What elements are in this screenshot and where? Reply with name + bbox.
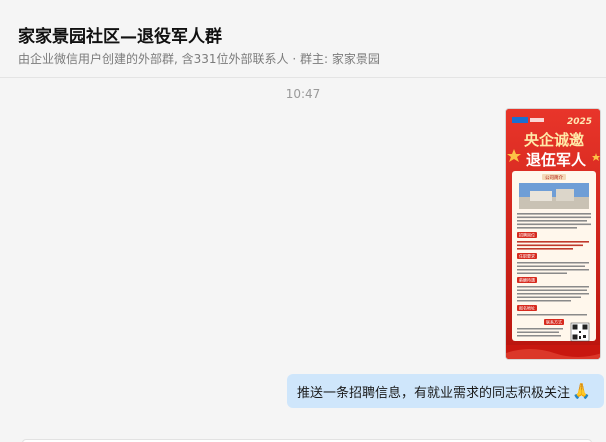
poster-section-company: 公司简介 [545, 174, 563, 181]
message-timestamp: 10:47 [285, 87, 321, 101]
poster-year: 2025 [567, 117, 592, 127]
message-input-area [0, 436, 606, 442]
text-message-bubble[interactable]: 推送一条招聘信息，有就业需求的同志积极关注 🙏 [287, 374, 604, 408]
poster-section-contact: 联系方式 [546, 319, 562, 325]
image-message-recruitment-poster[interactable]: 2025 央企诚邀 退伍军人 公司简介 招聘岗位 任职要求 薪酬待遇 报名地址 … [505, 108, 601, 360]
poster-section-requirements: 任职要求 [519, 253, 535, 259]
recruitment-poster-image: 2025 央企诚邀 退伍军人 公司简介 招聘岗位 任职要求 薪酬待遇 报名地址 … [506, 109, 600, 359]
chat-title[interactable]: 家家景园社区—退役军人群 [18, 22, 222, 47]
chat-subtitle: 由企业微信用户创建的外部群, 含331位外部联系人 · 群主: 家家景园 [18, 52, 380, 66]
poster-qr-code [570, 322, 590, 342]
poster-section-salary: 薪酬待遇 [519, 277, 535, 283]
poster-section-address: 报名地址 [519, 305, 535, 311]
poster-headline-1: 央企诚邀 [524, 131, 584, 149]
folded-hands-icon: 🙏 [572, 382, 591, 400]
chat-header: 家家景园社区—退役军人群 由企业微信用户创建的外部群, 含331位外部联系人 ·… [0, 0, 606, 78]
poster-headline-2: 退伍军人 [526, 151, 587, 169]
poster-section-positions: 招聘岗位 [519, 232, 535, 238]
text-message-content: 推送一条招聘信息，有就业需求的同志积极关注 [297, 385, 571, 401]
